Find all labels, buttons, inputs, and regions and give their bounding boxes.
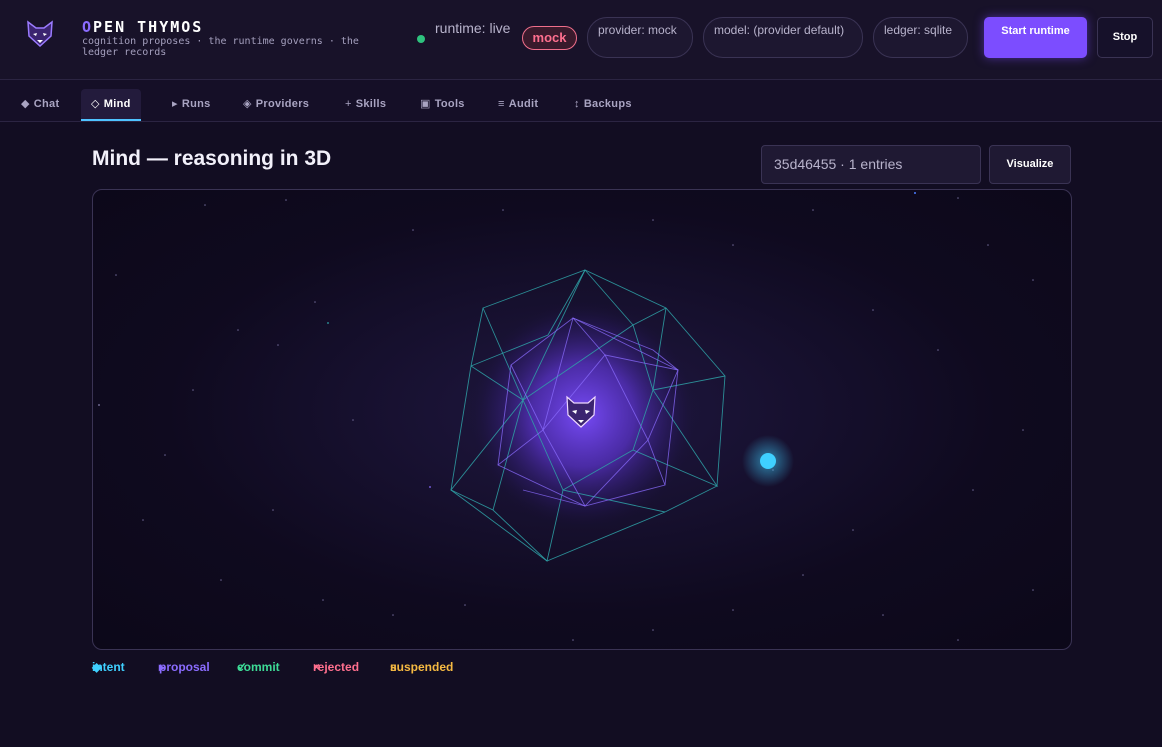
tab-bar: ◆ Chat ◇ Mind ▸ Runs ◈ Providers + Skills ▣ To…	[0, 80, 1162, 122]
list-icon: ≡	[498, 98, 505, 110]
legend-label: intent	[92, 660, 125, 674]
tab-backups[interactable]: ↕ Backups	[564, 89, 642, 121]
tab-label: Audit	[508, 98, 539, 110]
legend-label: rejected	[313, 660, 360, 674]
runtime-status-text: runtime: live	[435, 20, 511, 36]
providers-icon: ◈	[243, 98, 252, 110]
brand-title: OPEN THYMOS	[82, 18, 203, 36]
stop-button[interactable]: Stop	[1097, 17, 1153, 58]
tab-label: Chat	[33, 98, 60, 110]
diamond-outline-icon: ◇	[91, 98, 100, 110]
tab-label: Backups	[583, 98, 632, 110]
play-icon: ▸	[172, 98, 178, 110]
diamond-icon: ◆	[21, 98, 30, 110]
plus-icon: +	[345, 98, 352, 110]
mock-badge: mock	[522, 26, 577, 50]
run-selector-input[interactable]: 35d46455 · 1 entries	[761, 145, 981, 184]
tab-tools[interactable]: ▣ Tools	[410, 89, 475, 121]
tab-label: Runs	[181, 98, 211, 110]
legend-label: commit	[237, 660, 280, 674]
legend-label: proposal	[159, 660, 210, 674]
tab-label: Tools	[434, 98, 465, 110]
brand-tagline: cognition proposes · the runtime governs…	[82, 36, 359, 58]
tab-label: Skills	[355, 98, 387, 110]
tab-mind[interactable]: ◇ Mind	[81, 89, 141, 121]
brand-name: PEN THYMOS	[93, 18, 204, 36]
status-dot-icon	[417, 35, 425, 43]
model-pill: model: (provider default)	[703, 17, 863, 58]
tab-label: Mind	[103, 98, 131, 110]
tab-skills[interactable]: + Skills	[335, 89, 396, 121]
fox-logo-icon	[24, 18, 56, 50]
mind-3d-canvas[interactable]	[92, 189, 1072, 650]
tab-providers[interactable]: ◈ Providers	[233, 89, 319, 121]
tab-audit[interactable]: ≡ Audit	[488, 89, 548, 121]
brand-first-letter: O	[82, 18, 94, 36]
provider-pill: provider: mock	[587, 17, 693, 58]
visualize-button[interactable]: Visualize	[989, 145, 1071, 184]
tools-icon: ▣	[420, 98, 431, 110]
top-bar: OPEN THYMOS cognition proposes · the run…	[0, 0, 1162, 80]
ledger-pill: ledger: sqlite	[873, 17, 968, 58]
backup-arrows-icon: ↕	[574, 98, 580, 110]
tab-runs[interactable]: ▸ Runs	[162, 89, 221, 121]
legend-label: suspended	[390, 660, 454, 674]
mind-visualization	[98, 192, 1034, 641]
page-title: Mind — reasoning in 3D	[92, 147, 332, 170]
tab-chat[interactable]: ◆ Chat	[11, 89, 69, 121]
intent-node[interactable]	[742, 435, 794, 487]
start-runtime-button[interactable]: Start runtime	[984, 17, 1087, 58]
tab-label: Providers	[255, 98, 310, 110]
